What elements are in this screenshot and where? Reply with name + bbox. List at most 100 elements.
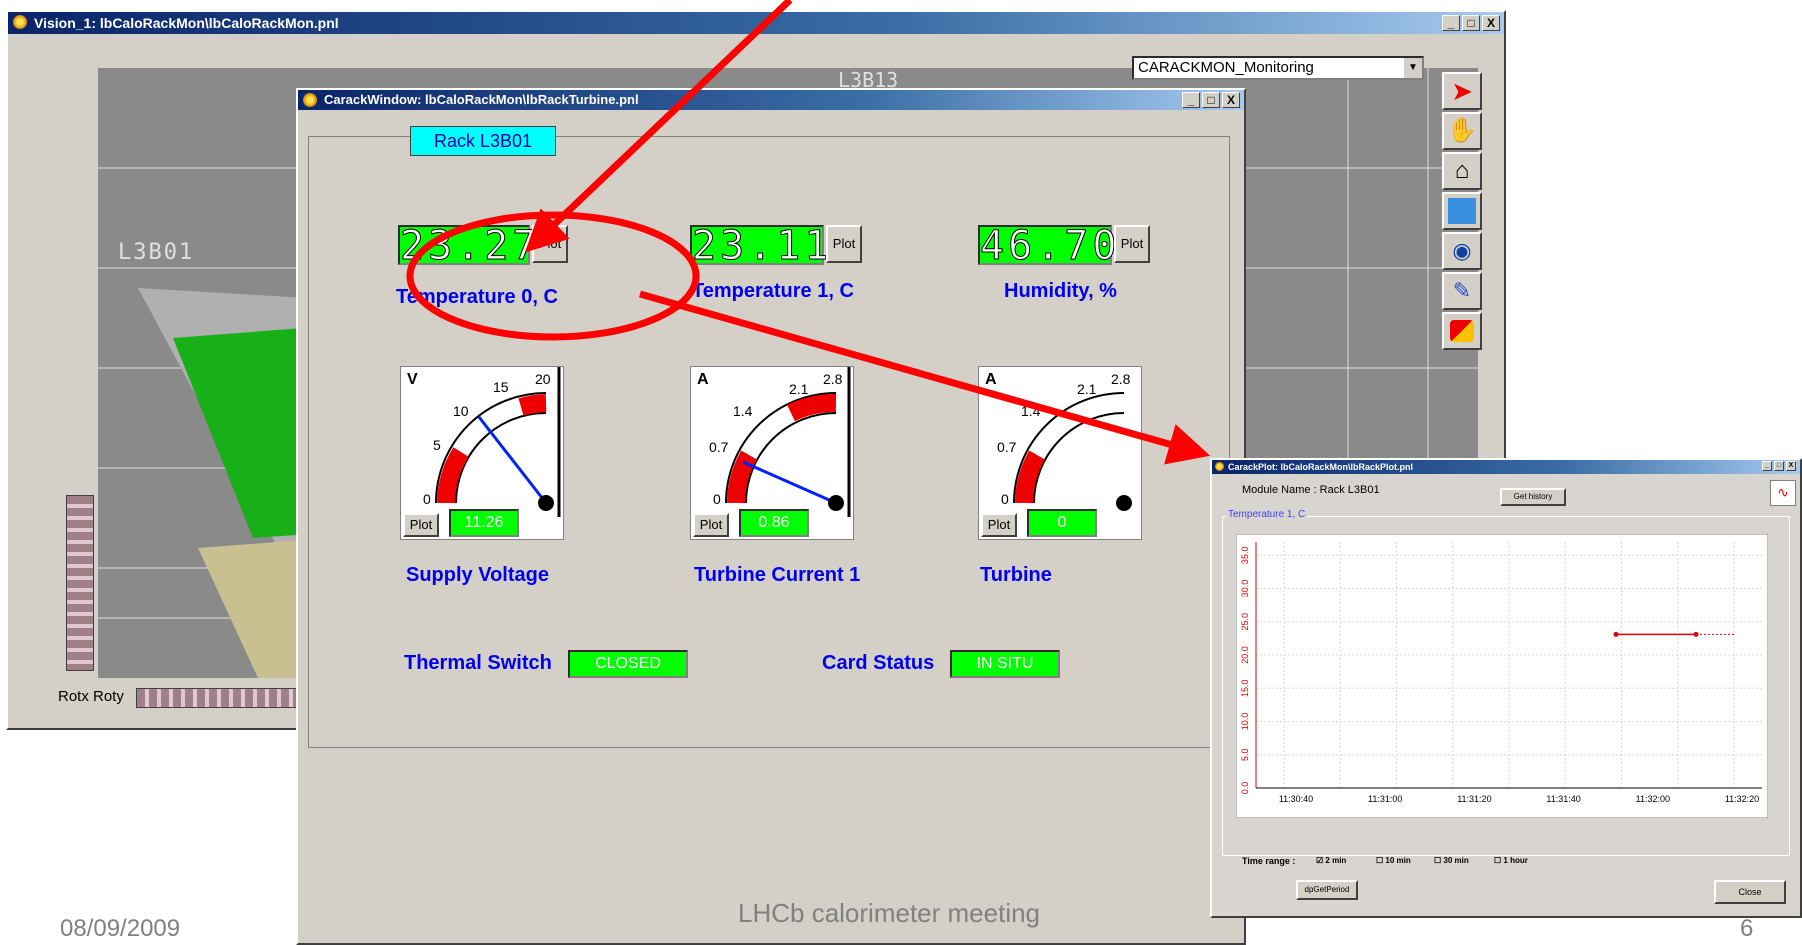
maximize-button[interactable]: □ xyxy=(1202,92,1220,108)
y-tick-label: 15.0 xyxy=(1240,680,1250,698)
chevron-down-icon[interactable]: ▼ xyxy=(1404,58,1422,78)
eye-icon[interactable]: ◉ xyxy=(1442,232,1482,270)
range-2min[interactable]: ☑ 2 min xyxy=(1316,856,1346,865)
get-history-button[interactable]: Get history xyxy=(1500,488,1566,506)
maximize-button[interactable]: □ xyxy=(1774,461,1784,471)
main-title-bar: Vision_1: lbCaloRackMon\lbCaloRackMon.pn… xyxy=(8,12,1504,34)
turbine-current-2-value: 0 xyxy=(1027,509,1097,537)
gauge-tick-2: 10 xyxy=(453,403,469,419)
main-title: Vision_1: lbCaloRackMon\lbCaloRackMon.pn… xyxy=(34,15,339,31)
thermal-switch-value: CLOSED xyxy=(568,650,688,678)
minimize-button[interactable]: _ xyxy=(1762,461,1772,471)
range-30min[interactable]: ☐ 30 min xyxy=(1434,856,1469,865)
rack-label-bg: L3B01 xyxy=(118,240,195,265)
supply-voltage-label: Supply Voltage xyxy=(406,564,549,586)
chart-icon[interactable]: ∿ xyxy=(1770,480,1796,506)
slide-page-number: 6 xyxy=(1740,915,1754,942)
x-tick-label: 11:31:00 xyxy=(1368,794,1402,804)
y-tick-label: 0.0 xyxy=(1240,782,1250,795)
close-button[interactable]: X xyxy=(1222,92,1240,108)
plot-window: CarackPlot: lbCaloRackMon\lbRackPlot.pnl… xyxy=(1210,458,1802,918)
x-tick-label: 11:32:00 xyxy=(1636,794,1670,804)
gauge-tick-3: 15 xyxy=(493,379,509,395)
gauge-tick-0: 0 xyxy=(423,491,431,507)
gauge-tick-4: 2.8 xyxy=(823,371,843,387)
y-tick-label: 20.0 xyxy=(1240,646,1250,664)
horizontal-slider[interactable] xyxy=(136,688,308,708)
module-name: Module Name : Rack L3B01 xyxy=(1242,484,1380,496)
range-10min[interactable]: ☐ 10 min xyxy=(1376,856,1411,865)
humidity-plot-button[interactable]: Plot xyxy=(1114,225,1150,263)
plot-background xyxy=(1236,534,1768,818)
pointer-icon[interactable]: ➤ xyxy=(1442,72,1482,110)
range-label: 1 hour xyxy=(1503,856,1528,865)
dropdown-value: CARACKMON_Monitoring xyxy=(1138,59,1314,76)
close-button[interactable]: X xyxy=(1482,15,1500,31)
slide-date: 08/09/2009 xyxy=(60,915,181,942)
plot-group-label: Temperature 1, C xyxy=(1226,509,1308,520)
temperature-0-plot-button[interactable]: Plot xyxy=(532,225,568,263)
x-tick-label: 11:31:40 xyxy=(1546,794,1580,804)
card-status-label: Card Status xyxy=(822,652,935,674)
range-1hour[interactable]: ☐ 1 hour xyxy=(1494,856,1528,865)
thermal-switch-label: Thermal Switch xyxy=(404,652,552,674)
temperature-1-label: Temperature 1, C xyxy=(692,280,854,302)
gauge-tick-0: 0 xyxy=(713,491,721,507)
humidity-label: Humidity, % xyxy=(1004,280,1117,302)
range-label: 2 min xyxy=(1325,856,1347,865)
gauge-tick-1: 5 xyxy=(433,437,441,453)
turbine-current-2-gauge: A 0 0.7 1.4 2.1 2.8 Plot 0 xyxy=(978,366,1142,540)
slide-footer: LHCb calorimeter meeting xyxy=(738,898,1041,928)
turbine-current-2-plot-button[interactable]: Plot xyxy=(981,513,1017,537)
home-icon[interactable]: ⌂ xyxy=(1442,152,1482,190)
gauge-tick-1: 0.7 xyxy=(709,439,729,455)
page-icon[interactable] xyxy=(1442,192,1482,230)
supply-voltage-value: 11.26 xyxy=(449,509,519,537)
rack-title-bar: CarackWindow: lbCaloRackMon\lbRackTurbin… xyxy=(298,90,1244,110)
gauge-unit: A xyxy=(697,371,709,388)
app-icon xyxy=(13,15,27,29)
data-point xyxy=(1613,631,1619,637)
maximize-button[interactable]: □ xyxy=(1462,15,1480,31)
time-range-label: Time range : xyxy=(1242,856,1296,866)
supply-voltage-plot-button[interactable]: Plot xyxy=(403,513,439,537)
gauge-unit: V xyxy=(407,371,418,388)
turbine-current-1-value: 0.86 xyxy=(739,509,809,537)
plot-title-bar: CarackPlot: lbCaloRackMon\lbRackPlot.pnl… xyxy=(1212,460,1800,474)
gauge-tick-4: 20 xyxy=(535,371,551,387)
temperature-1-plot-button[interactable]: Plot xyxy=(826,225,862,263)
y-tick-label: 35.0 xyxy=(1240,547,1250,565)
rack-name-tab: Rack L3B01 xyxy=(410,126,556,156)
card-status-value: IN SITU xyxy=(950,650,1060,678)
app-icon xyxy=(1215,462,1224,471)
data-point xyxy=(1693,631,1699,637)
turbine-current-1-plot-button[interactable]: Plot xyxy=(693,513,729,537)
cube-icon[interactable] xyxy=(1442,312,1482,350)
y-tick-label: 10.0 xyxy=(1240,713,1250,731)
y-tick-label: 30.0 xyxy=(1240,580,1250,598)
turbine-current-1-gauge: A 0 0.7 1.4 2.1 2.8 Plot 0.86 xyxy=(690,366,854,540)
temperature-plot[interactable]: 0.0 5.0 10.0 15.0 20.0 25.0 30.0 35.0 11:30:40 11… xyxy=(1236,534,1768,818)
gauge-tick-3: 2.1 xyxy=(789,381,809,397)
gauge-unit: A xyxy=(985,371,997,388)
minimize-button[interactable]: _ xyxy=(1442,15,1460,31)
turbine-current-1-label: Turbine Current 1 xyxy=(694,564,861,586)
monitoring-dropdown[interactable]: CARACKMON_Monitoring ▼ xyxy=(1132,56,1424,80)
app-icon xyxy=(303,93,317,107)
hand-icon[interactable]: ✋ xyxy=(1442,112,1482,150)
x-tick-label: 11:31:20 xyxy=(1457,794,1491,804)
rotx-label: Rotx Roty xyxy=(58,688,124,705)
gauge-tick-2: 1.4 xyxy=(1021,403,1041,419)
plot-window-title: CarackPlot: lbCaloRackMon\lbRackPlot.pnl xyxy=(1228,462,1414,472)
humidity-display: 46.70 xyxy=(978,223,1121,269)
range-label: 10 min xyxy=(1385,856,1411,865)
minimize-button[interactable]: _ xyxy=(1182,92,1200,108)
x-tick-label: 11:30:40 xyxy=(1279,794,1313,804)
gauge-tick-1: 0.7 xyxy=(997,439,1017,455)
close-plot-button[interactable]: Close xyxy=(1714,880,1786,904)
flashlight-icon[interactable]: ✎ xyxy=(1442,272,1482,310)
close-button[interactable]: X xyxy=(1786,461,1796,471)
dp-get-period-button[interactable]: dpGetPeriod xyxy=(1296,880,1358,900)
vertical-slider[interactable] xyxy=(66,495,94,671)
gauge-tick-2: 1.4 xyxy=(733,403,753,419)
